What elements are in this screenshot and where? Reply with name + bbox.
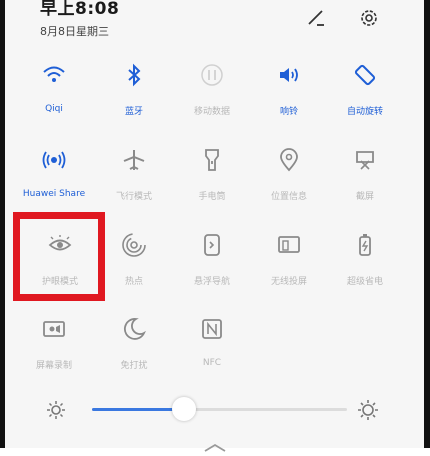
floating-nav-icon — [197, 230, 227, 260]
tile-huawei-share[interactable]: Huawei Share — [22, 143, 86, 213]
tile-mobile-data[interactable]: 移动数据 — [180, 58, 244, 128]
nfc-icon — [197, 314, 227, 344]
tile-label: 位置信息 — [270, 192, 307, 202]
tile-label: 截屏 — [355, 192, 374, 202]
brightness-low-icon — [46, 400, 66, 424]
screen-record-icon — [39, 314, 69, 344]
tile-wifi[interactable]: Qiqi — [22, 58, 86, 128]
brightness-slider-thumb[interactable] — [171, 397, 196, 421]
tile-screenshot[interactable]: 截屏 — [333, 143, 397, 213]
tile-label: 飞行模式 — [115, 192, 152, 202]
tile-airplane[interactable]: 飞行模式 — [102, 143, 166, 213]
edit-icon[interactable] — [303, 5, 329, 31]
tile-label: Qiqi — [45, 104, 63, 114]
super-power-saving-icon — [350, 230, 380, 260]
hotspot-icon — [119, 230, 149, 260]
sound-icon — [274, 60, 304, 90]
gear-icon[interactable] — [356, 5, 382, 31]
tile-label: 悬浮导航 — [193, 277, 230, 287]
status-time: 早上8:08 — [40, 0, 120, 19]
airplane-icon — [119, 145, 149, 175]
tile-label: NFC — [202, 358, 222, 368]
tile-label: Huawei Share — [22, 189, 86, 199]
tile-location[interactable]: 位置信息 — [257, 143, 321, 213]
highlight-box — [13, 212, 105, 301]
tile-nfc[interactable]: NFC — [180, 312, 244, 382]
tile-screen-record[interactable]: 屏幕录制 — [22, 312, 86, 382]
expand-chevron-icon[interactable] — [200, 437, 230, 456]
do-not-disturb-icon — [119, 314, 149, 344]
brightness-high-icon — [357, 399, 379, 425]
location-icon — [274, 145, 304, 175]
tile-label: 响铃 — [279, 107, 298, 117]
tile-floating-nav[interactable]: 悬浮导航 — [180, 228, 244, 298]
brightness-slider[interactable] — [92, 408, 347, 411]
tile-hotspot[interactable]: 热点 — [102, 228, 166, 298]
brightness-slider-fill — [92, 408, 184, 411]
device-frame-right — [424, 0, 430, 448]
auto-rotate-icon — [350, 60, 380, 90]
tile-label: 蓝牙 — [124, 107, 143, 117]
tile-bluetooth[interactable]: 蓝牙 — [102, 58, 166, 128]
tile-label: 无线投屏 — [270, 277, 307, 287]
tile-wireless-projection[interactable]: 无线投屏 — [257, 228, 321, 298]
tile-label: 热点 — [124, 277, 143, 287]
tile-auto-rotate[interactable]: 自动旋转 — [333, 58, 397, 128]
tile-label: 免打扰 — [120, 361, 148, 371]
tile-label: 移动数据 — [193, 107, 230, 117]
tile-flashlight[interactable]: 手电筒 — [180, 143, 244, 213]
tile-label: 手电筒 — [198, 192, 226, 202]
tile-label: 超级省电 — [346, 277, 383, 287]
mobile-data-icon — [197, 60, 227, 90]
tile-label: 屏幕录制 — [35, 361, 72, 371]
huawei-share-icon — [39, 145, 69, 175]
status-date: 8月8日星期三 — [40, 25, 109, 38]
tile-super-power-saving[interactable]: 超级省电 — [333, 228, 397, 298]
bluetooth-icon — [119, 60, 149, 90]
tile-sound[interactable]: 响铃 — [257, 58, 321, 128]
screenshot-icon — [350, 145, 380, 175]
flashlight-icon — [197, 145, 227, 175]
wireless-projection-icon — [274, 230, 304, 260]
tile-do-not-disturb[interactable]: 免打扰 — [102, 312, 166, 382]
wifi-icon — [39, 60, 69, 90]
tile-label: 自动旋转 — [346, 107, 383, 117]
